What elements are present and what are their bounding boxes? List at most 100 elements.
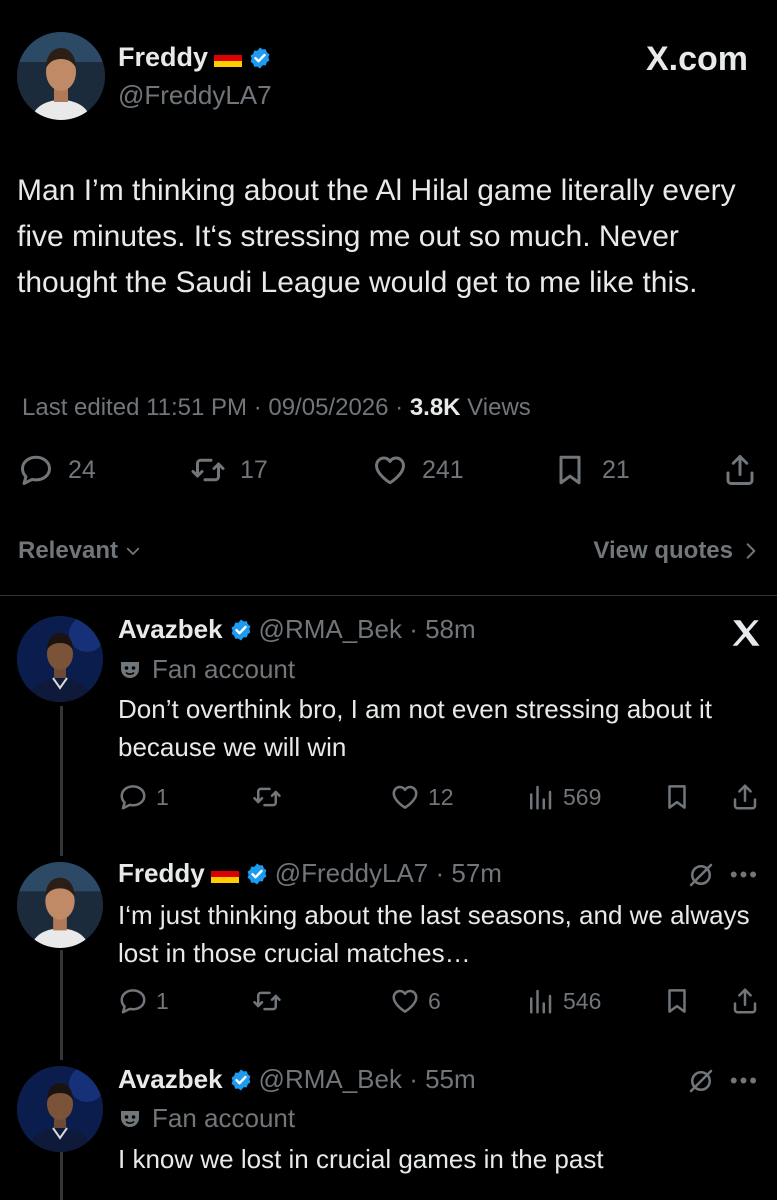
like-count: 241 — [422, 455, 464, 484]
repost-count: 17 — [240, 455, 268, 484]
thread-connector — [60, 950, 63, 1060]
x-logo-icon — [729, 616, 763, 650]
fan-mask-icon — [118, 1107, 142, 1131]
reply-button[interactable]: 1 — [118, 986, 169, 1016]
view-quotes-label: View quotes — [593, 537, 733, 564]
share-button[interactable] — [722, 452, 758, 488]
reply-count: 1 — [156, 783, 169, 810]
views-label: Views — [460, 394, 531, 421]
reply-count: 1 — [156, 987, 169, 1014]
share-button[interactable] — [730, 986, 760, 1016]
share-icon — [730, 782, 760, 812]
reply-handle-time[interactable]: @FreddyLA7 · 57m — [275, 858, 502, 889]
reply-count: 24 — [68, 455, 96, 484]
site-label: X.com — [645, 40, 748, 78]
reply-avatar[interactable] — [17, 1066, 103, 1152]
reply-text: I know we lost in crucial games in the p… — [118, 1144, 604, 1174]
bookmark-count: 21 — [602, 455, 630, 484]
repost-icon — [190, 452, 226, 488]
reply-header: Avazbek @RMA_Bek · 58m — [118, 614, 476, 645]
reply-author-name[interactable]: Avazbek — [118, 1064, 223, 1095]
reply-handle-time[interactable]: @RMA_Bek · 58m — [259, 614, 476, 645]
views-icon — [525, 782, 555, 812]
like-button[interactable]: 241 — [372, 452, 464, 488]
reply-icon — [118, 782, 148, 812]
fan-account-text: Fan account — [152, 1103, 296, 1133]
repost-icon — [252, 986, 282, 1016]
repost-button[interactable]: 17 — [190, 452, 268, 488]
chevron-right-icon — [746, 543, 756, 559]
reply-text: I‘m just thinking about the last seasons… — [118, 900, 750, 968]
more-icon[interactable]: ••• — [730, 1068, 759, 1094]
author-name-row[interactable]: Freddy — [118, 42, 272, 73]
bookmark-button[interactable]: 21 — [552, 452, 630, 488]
edited-timestamp[interactable]: Last edited 11:51 PM · 09/05/2026 · — [22, 394, 410, 421]
sort-label: Relevant — [18, 537, 119, 564]
reply-avatar[interactable] — [17, 862, 103, 948]
bookmark-button[interactable] — [662, 986, 692, 1016]
like-icon — [390, 986, 420, 1016]
avatar-image — [17, 616, 103, 702]
reply-avatar[interactable] — [17, 616, 103, 702]
repost-button[interactable] — [252, 782, 282, 812]
avatar-image — [17, 32, 105, 120]
like-button[interactable]: 6 — [390, 986, 441, 1016]
repost-button[interactable] — [252, 986, 282, 1016]
tweet-text: Man I’m thinking about the Al Hilal game… — [17, 174, 736, 299]
avatar-image — [17, 862, 103, 948]
views-icon — [525, 986, 555, 1016]
reply-text: Don’t overthink bro, I am not even stres… — [118, 694, 712, 762]
reply-icon — [18, 452, 54, 488]
reply-author-name[interactable]: Freddy — [118, 858, 205, 889]
reply-header: Avazbek @RMA_Bek · 55m — [118, 1064, 476, 1095]
share-button[interactable] — [730, 782, 760, 812]
tweet-meta: Last edited 11:51 PM · 09/05/2026 · 3.8K… — [22, 394, 531, 422]
bookmark-icon — [662, 986, 692, 1016]
verified-badge-icon — [229, 618, 253, 642]
views-count: 546 — [563, 987, 602, 1014]
share-icon — [730, 986, 760, 1016]
views-button[interactable]: 569 — [525, 782, 601, 812]
views-button[interactable]: 546 — [525, 986, 601, 1016]
bookmark-icon — [662, 782, 692, 812]
more-icon[interactable]: ••• — [730, 862, 759, 888]
verified-badge-icon — [229, 1068, 253, 1092]
reply-button[interactable]: 24 — [18, 452, 96, 488]
reply-header: Freddy @FreddyLA7 · 57m — [118, 858, 502, 889]
grok-icon[interactable] — [686, 1066, 716, 1096]
view-quotes-link[interactable]: View quotes — [593, 537, 759, 565]
verified-badge-icon — [245, 862, 269, 886]
author-handle[interactable]: @FreddyLA7 — [118, 80, 272, 111]
thread-connector — [60, 1150, 63, 1200]
bookmark-button[interactable] — [662, 782, 692, 812]
like-button[interactable]: 12 — [390, 782, 454, 812]
repost-icon — [252, 782, 282, 812]
germany-flag-icon — [210, 864, 239, 883]
fan-account-label: Fan account — [118, 654, 295, 685]
fan-mask-icon — [118, 658, 142, 682]
grok-icon[interactable] — [686, 860, 716, 890]
germany-flag-icon — [214, 48, 243, 67]
divider — [0, 595, 777, 596]
fan-account-text: Fan account — [152, 654, 296, 684]
thread-connector — [60, 706, 63, 856]
like-count: 12 — [428, 783, 454, 810]
like-icon — [390, 782, 420, 812]
verified-badge-icon — [248, 46, 272, 70]
bookmark-icon — [552, 452, 588, 488]
author-name[interactable]: Freddy — [118, 42, 208, 73]
like-icon — [372, 452, 408, 488]
author-avatar[interactable] — [17, 32, 105, 120]
avatar-image — [17, 1066, 103, 1152]
reply-button[interactable]: 1 — [118, 782, 169, 812]
chevron-down-icon — [126, 547, 140, 555]
share-icon — [722, 452, 758, 488]
reply-author-name[interactable]: Avazbek — [118, 614, 223, 645]
views-count: 569 — [563, 783, 602, 810]
reply-icon — [118, 986, 148, 1016]
views-count: 3.8K — [409, 394, 461, 421]
reply-handle-time[interactable]: @RMA_Bek · 55m — [259, 1064, 476, 1095]
fan-account-label: Fan account — [118, 1103, 295, 1134]
sort-dropdown[interactable]: Relevant — [18, 537, 142, 565]
like-count: 6 — [428, 987, 441, 1014]
